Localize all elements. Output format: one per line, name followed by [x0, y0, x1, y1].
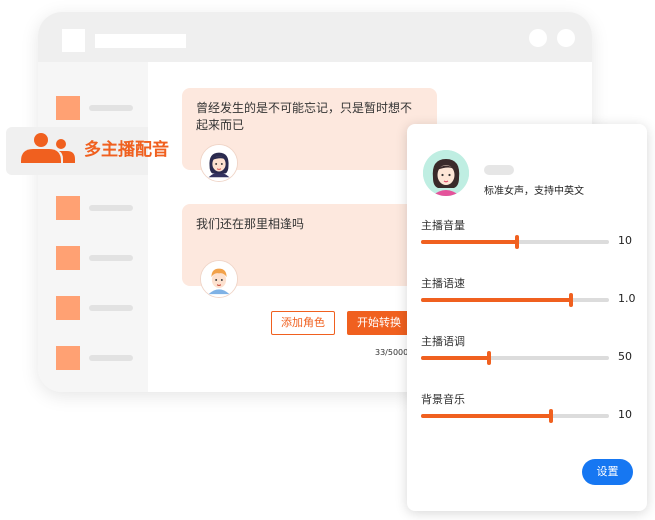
- sidebar-item-icon: [56, 296, 80, 320]
- sidebar-item-label-placeholder: [89, 355, 133, 361]
- slider-handle[interactable]: [549, 409, 553, 423]
- sidebar: [38, 62, 148, 392]
- window-control-button[interactable]: [529, 29, 547, 47]
- slider-label: 主播音量: [421, 219, 465, 232]
- voice-name-placeholder: [484, 165, 514, 175]
- sidebar-item[interactable]: [56, 196, 133, 220]
- slider-value: 1.0: [618, 292, 636, 305]
- sidebar-item-icon: [56, 196, 80, 220]
- sidebar-item[interactable]: [56, 96, 133, 120]
- app-logo-placeholder: [62, 29, 85, 52]
- slider-label: 主播语速: [421, 277, 465, 290]
- sidebar-item-label-placeholder: [89, 105, 133, 111]
- sidebar-item[interactable]: [56, 346, 133, 370]
- slider-fill: [421, 240, 517, 244]
- slider-value: 10: [618, 234, 632, 247]
- speed-slider[interactable]: [421, 293, 609, 307]
- male-avatar-icon[interactable]: [200, 260, 238, 298]
- voice-description: 标准女声，支持中英文: [484, 186, 584, 197]
- pitch-slider[interactable]: [421, 351, 609, 365]
- title-placeholder: [95, 34, 186, 48]
- volume-slider-row: 主播音量 10: [421, 217, 637, 251]
- pitch-slider-row: 主播语调 50: [421, 333, 637, 367]
- voice-settings-panel: 标准女声，支持中英文 主播音量 10 主播语速 1.0 主播语调 50 背景音乐…: [407, 124, 647, 511]
- voice-avatar-icon: [423, 150, 469, 196]
- sidebar-item[interactable]: [56, 296, 133, 320]
- slider-value: 50: [618, 350, 632, 363]
- volume-slider[interactable]: [421, 235, 609, 249]
- slider-handle[interactable]: [515, 235, 519, 249]
- slider-fill: [421, 298, 571, 302]
- sidebar-item-label-placeholder: [89, 305, 133, 311]
- sidebar-item-label-placeholder: [89, 255, 133, 261]
- chat-bubble-text: 曾经发生的是不可能忘记，只是暂时想不起来而已: [196, 101, 413, 132]
- sidebar-item-multi-anchor[interactable]: 多主播配音: [6, 127, 169, 175]
- slider-label: 主播语调: [421, 335, 465, 348]
- slider-fill: [421, 414, 551, 418]
- background-music-slider-row: 背景音乐 10: [421, 391, 637, 425]
- settings-button[interactable]: 设置: [582, 459, 633, 485]
- slider-handle[interactable]: [487, 351, 491, 365]
- people-icon: [21, 133, 75, 163]
- slider-label: 背景音乐: [421, 393, 465, 406]
- add-role-button[interactable]: 添加角色: [271, 311, 335, 335]
- character-counter: 33/5000: [375, 348, 409, 357]
- sidebar-item-label: 多主播配音: [84, 140, 169, 160]
- start-convert-button[interactable]: 开始转换: [347, 311, 411, 335]
- sidebar-item-label-placeholder: [89, 205, 133, 211]
- title-bar: [38, 12, 592, 62]
- speed-slider-row: 主播语速 1.0: [421, 275, 637, 309]
- slider-fill: [421, 356, 489, 360]
- slider-handle[interactable]: [569, 293, 573, 307]
- window-control-button[interactable]: [557, 29, 575, 47]
- sidebar-item-icon: [56, 96, 80, 120]
- background-music-slider[interactable]: [421, 409, 609, 423]
- slider-value: 10: [618, 408, 632, 421]
- chat-bubble-text: 我们还在那里相逢吗: [196, 217, 305, 231]
- sidebar-item-icon: [56, 346, 80, 370]
- sidebar-item-icon: [56, 246, 80, 270]
- female-avatar-icon[interactable]: [200, 144, 238, 182]
- sidebar-item[interactable]: [56, 246, 133, 270]
